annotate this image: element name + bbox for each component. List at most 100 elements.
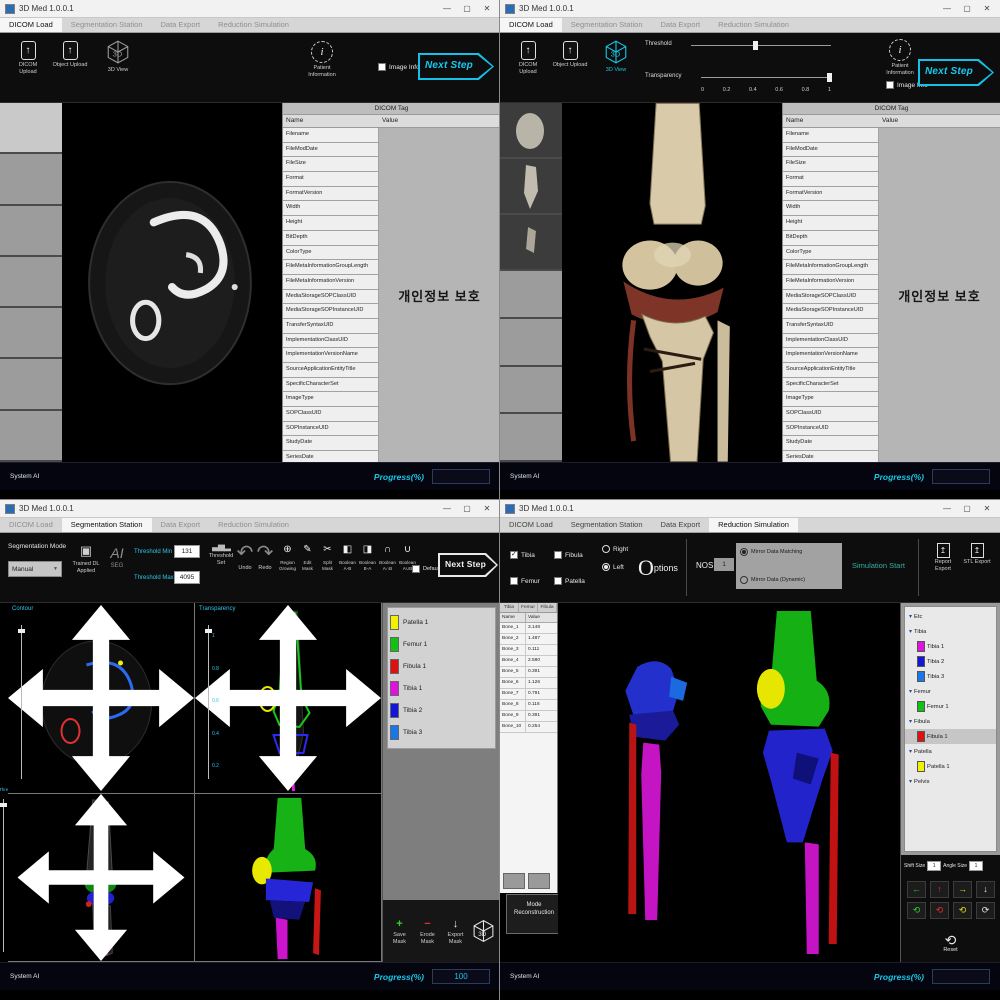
coronal-threshold-viewport[interactable] bbox=[8, 794, 194, 961]
bone-visibility-checkbox[interactable]: Femur bbox=[510, 571, 554, 591]
nos-input[interactable] bbox=[714, 558, 734, 571]
volume-render-viewport[interactable] bbox=[562, 103, 782, 462]
minimize-button[interactable]: — bbox=[439, 4, 455, 13]
threshold-slider-handle[interactable] bbox=[753, 41, 758, 50]
move-icon[interactable] bbox=[195, 603, 381, 793]
dicom-tag-row[interactable]: ImplementationVersionName bbox=[783, 348, 879, 363]
tree-item[interactable]: ▾ Fibula bbox=[905, 714, 996, 729]
object-upload-button[interactable]: ↑ Object Upload bbox=[552, 41, 588, 69]
close-button[interactable]: ✕ bbox=[979, 504, 995, 513]
series-thumbnail[interactable] bbox=[0, 103, 62, 154]
transparency-vertical-slider[interactable] bbox=[208, 625, 209, 779]
dicom-upload-button[interactable]: ↑ DICOM Upload bbox=[510, 41, 546, 76]
coronal-transparency-viewport[interactable]: Transparency 10.80.60.40.2 bbox=[195, 603, 381, 793]
bone-table-tab[interactable]: Fibula bbox=[538, 603, 557, 612]
dicom-tag-row[interactable]: SOPClassUID bbox=[783, 407, 879, 422]
dicom-tag-row[interactable]: Format bbox=[283, 172, 379, 187]
3d-view-button-active[interactable]: 3D 3D View bbox=[596, 39, 636, 74]
nav-tab[interactable]: Segmentation Station bbox=[562, 18, 652, 32]
series-thumbnail[interactable] bbox=[500, 215, 562, 271]
transform-button[interactable]: → bbox=[953, 881, 972, 898]
tree-expander-icon[interactable]: ▾ bbox=[909, 628, 912, 635]
tree-expander-icon[interactable]: ▾ bbox=[909, 688, 912, 695]
transparency-slider[interactable]: Transparency bbox=[645, 73, 835, 85]
patient-info-button[interactable]: i Patient Information bbox=[878, 39, 922, 77]
legend-item[interactable]: Tibia 1 bbox=[390, 677, 493, 699]
bone-visibility-checkbox[interactable]: Tibia bbox=[510, 545, 554, 565]
tree-item[interactable]: ▾ Femur 1 bbox=[905, 699, 996, 714]
maximize-button[interactable]: ▢ bbox=[959, 504, 975, 513]
mask-action-button[interactable]: − Erode Mask bbox=[415, 917, 440, 946]
nav-tab[interactable]: Reduction Simulation bbox=[209, 18, 298, 32]
patient-info-button[interactable]: i Patient Information bbox=[300, 41, 344, 79]
dicom-tag-row[interactable]: ColorType bbox=[783, 246, 879, 261]
dicom-tag-row[interactable]: FileMetaInformationVersion bbox=[783, 275, 879, 290]
mirror-radio[interactable]: Mirror Data Matching bbox=[740, 548, 838, 556]
seg-tool-button[interactable]: Region Growing bbox=[278, 541, 297, 571]
dicom-tag-row[interactable]: SOPInstanceUID bbox=[283, 422, 379, 437]
next-step-button[interactable]: Next Step bbox=[438, 553, 498, 577]
dicom-tag-row[interactable]: FileMetaInformationGroupLength bbox=[283, 260, 379, 275]
dicom-tag-row[interactable]: FileSize bbox=[783, 157, 879, 172]
transform-button[interactable]: ↓ bbox=[976, 881, 995, 898]
nav-tab[interactable]: Data Export bbox=[652, 18, 710, 32]
seg-tool-button[interactable]: Boolean B-A bbox=[358, 541, 377, 571]
dicom-tag-row[interactable]: SOPClassUID bbox=[283, 407, 379, 422]
bone-table-row[interactable]: Bone_3 0.111 bbox=[500, 645, 557, 656]
dicom-tag-row[interactable]: Height bbox=[783, 216, 879, 231]
dicom-tag-row[interactable]: FileMetaInformationVersion bbox=[283, 275, 379, 290]
simulation-start-button[interactable]: Simulation Start bbox=[852, 561, 905, 570]
dicom-tag-row[interactable]: FileModDate bbox=[283, 143, 379, 158]
nav-tab[interactable]: Segmentation Station bbox=[562, 518, 652, 532]
dicom-tag-row[interactable]: ImplementationVersionName bbox=[283, 348, 379, 363]
segmented-3d-viewport[interactable] bbox=[195, 794, 381, 961]
nav-tab[interactable]: Data Export bbox=[152, 18, 210, 32]
series-thumbnail-strip[interactable] bbox=[0, 103, 62, 462]
bone-table-row[interactable]: Bone_10 0.254 bbox=[500, 722, 557, 733]
undo-button[interactable]: ↶ Undo bbox=[236, 543, 254, 572]
bone-table-tab[interactable]: Femur bbox=[519, 603, 538, 612]
close-button[interactable]: ✕ bbox=[479, 4, 495, 13]
tree-item[interactable]: ▾ Tibia 3 bbox=[905, 669, 996, 684]
dicom-tag-row[interactable]: SeriesDate bbox=[783, 451, 879, 462]
nav-tab[interactable]: Reduction Simulation bbox=[709, 18, 798, 32]
dicom-tag-row[interactable]: SOPInstanceUID bbox=[783, 422, 879, 437]
bone-table-row[interactable]: Bone_1 3.148 bbox=[500, 623, 557, 634]
legend-item[interactable]: Patella 1 bbox=[390, 611, 493, 633]
dicom-tag-row[interactable]: SpecificCharacterSet bbox=[783, 378, 879, 393]
nav-tab[interactable]: Segmentation Station bbox=[62, 18, 152, 32]
report-export-button[interactable]: ↥ Report Export bbox=[928, 543, 958, 573]
bone-table-row[interactable]: Bone_7 0.791 bbox=[500, 689, 557, 700]
dicom-tag-row[interactable]: SeriesDate bbox=[283, 451, 379, 462]
seg-tool-button[interactable]: Edit Mask bbox=[298, 541, 317, 571]
mode-reconstruction-button[interactable]: Mode Reconstruction bbox=[506, 894, 562, 934]
dicom-tag-row[interactable]: Format bbox=[783, 172, 879, 187]
axial-contour-viewport[interactable]: Contour bbox=[8, 603, 194, 793]
series-thumbnail-strip[interactable] bbox=[500, 103, 562, 462]
transform-button[interactable]: ⟲ bbox=[930, 902, 949, 919]
series-thumbnail[interactable] bbox=[0, 206, 62, 257]
legend-item[interactable]: Tibia 2 bbox=[390, 699, 493, 721]
minimize-button[interactable]: — bbox=[439, 504, 455, 513]
series-thumbnail[interactable] bbox=[500, 414, 562, 462]
mirror-radio[interactable]: Mirror Data (Dynamic) bbox=[740, 576, 838, 584]
seg-tool-button[interactable]: Boolean A∩B bbox=[378, 541, 397, 571]
minimize-button[interactable]: — bbox=[939, 4, 955, 13]
image-info-checkbox[interactable]: Image Info bbox=[378, 63, 420, 71]
dicom-tag-row[interactable]: Filename bbox=[783, 128, 879, 143]
tree-item[interactable]: ▾ Tibia 1 bbox=[905, 639, 996, 654]
tree-expander-icon[interactable]: ▾ bbox=[909, 748, 912, 755]
threshold-min-input[interactable] bbox=[174, 545, 200, 558]
series-thumbnail[interactable] bbox=[0, 154, 62, 205]
legend-item[interactable]: Femur 1 bbox=[390, 633, 493, 655]
redo-button[interactable]: ↷ Redo bbox=[256, 543, 274, 572]
dicom-tag-row[interactable]: FormatVersion bbox=[283, 187, 379, 202]
stl-export-button[interactable]: ↥ STL Export bbox=[962, 543, 992, 566]
nav-tab[interactable]: Segmentation Station bbox=[62, 518, 152, 532]
tree-expander-icon[interactable]: ▾ bbox=[909, 718, 912, 725]
dicom-tag-row[interactable]: MediaStorageSOPClassUID bbox=[783, 290, 879, 305]
dicom-tag-row[interactable]: StudyDate bbox=[783, 436, 879, 451]
dicom-tag-row[interactable]: ImplementationClassUID bbox=[283, 334, 379, 349]
dicom-tag-row[interactable]: TransferSyntaxUID bbox=[783, 319, 879, 334]
dicom-tag-row[interactable]: MediaStorageSOPInstanceUID bbox=[283, 304, 379, 319]
